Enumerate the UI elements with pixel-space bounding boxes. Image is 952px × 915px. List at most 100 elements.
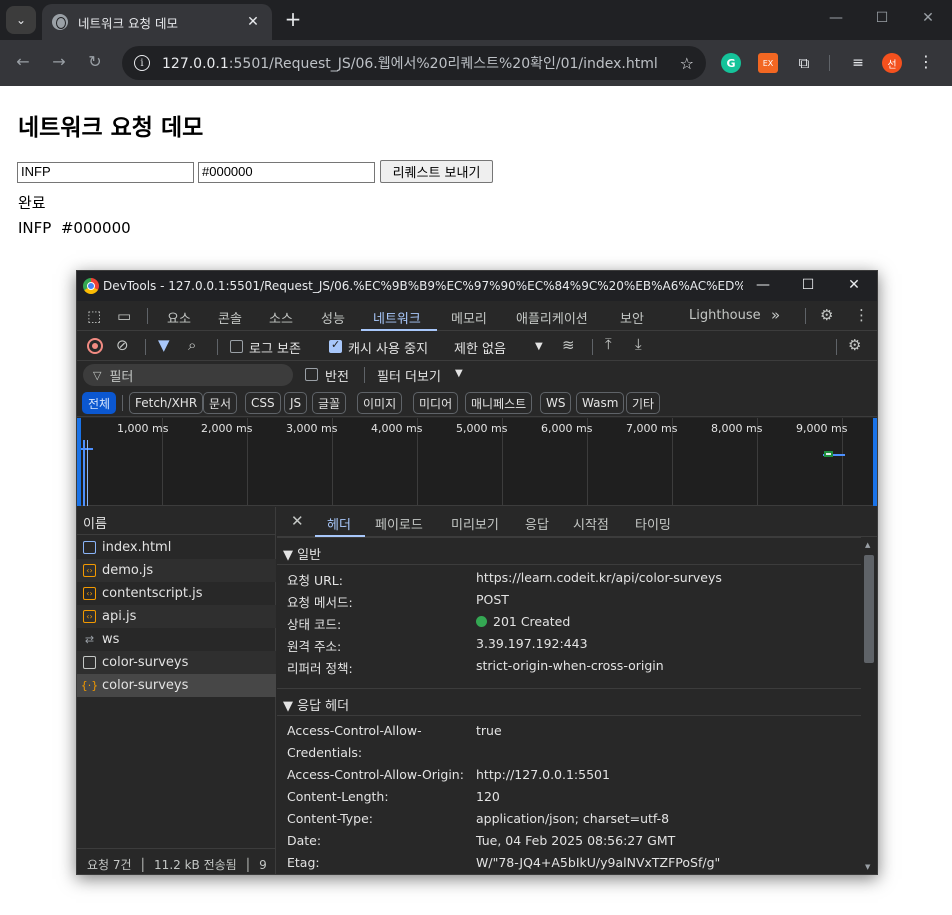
divider	[217, 339, 218, 355]
panel-tab-console[interactable]: 콘솔	[218, 308, 242, 327]
response-headers-section-header[interactable]: ▼ 응답 헤더	[277, 688, 861, 716]
request-bar	[824, 451, 833, 457]
type-chip-all[interactable]: 전체	[82, 392, 117, 414]
tab-initiator[interactable]: 시작점	[573, 514, 609, 533]
type-chip-css[interactable]: CSS	[245, 392, 281, 414]
panel-tab-elements[interactable]: 요소	[167, 308, 191, 327]
type-chip-other[interactable]: 기타	[626, 392, 661, 414]
tab-headers[interactable]: 헤더	[327, 514, 351, 533]
close-window-button[interactable]: ✕	[918, 10, 938, 26]
send-request-button[interactable]: 리퀘스트 보내기	[380, 160, 493, 183]
scrollbar-thumb[interactable]	[864, 555, 874, 663]
filter-funnel-icon: ▽	[93, 368, 102, 382]
filter-funnel-icon[interactable]: ▼	[158, 336, 170, 354]
throttling-select[interactable]: 제한 없음	[454, 338, 506, 357]
request-row[interactable]: ‹› contentscript.js	[77, 582, 276, 605]
search-icon[interactable]: ⌕	[188, 336, 196, 354]
name-column-header[interactable]: 이름	[77, 507, 276, 535]
tab-preview[interactable]: 미리보기	[451, 514, 499, 533]
more-filters-button[interactable]: 필터 더보기	[377, 366, 441, 385]
chevron-down-icon[interactable]: ▼	[455, 368, 463, 379]
request-row[interactable]: ⇄ ws	[77, 628, 276, 651]
disable-cache-checkbox[interactable]	[329, 338, 342, 353]
panel-tab-performance[interactable]: 성능	[321, 308, 345, 327]
record-icon[interactable]	[87, 338, 103, 354]
type-chip-img[interactable]: 이미지	[357, 392, 403, 414]
more-menu-icon[interactable]: ⋮	[918, 52, 934, 71]
media-control-icon[interactable]: ≡	[848, 53, 868, 73]
close-details-icon[interactable]: ✕	[291, 512, 304, 530]
profile-avatar[interactable]: 선	[882, 53, 902, 73]
overview-left-handle[interactable]	[77, 418, 81, 506]
close-icon[interactable]: ✕	[244, 14, 262, 30]
reload-icon[interactable]: ↻	[84, 52, 106, 71]
request-row[interactable]: index.html	[77, 536, 276, 559]
back-arrow-icon[interactable]: ←	[12, 52, 34, 71]
maximize-button[interactable]: ☐	[872, 10, 892, 26]
forward-arrow-icon[interactable]: →	[48, 52, 70, 71]
new-tab-button[interactable]: +	[282, 8, 304, 30]
customize-menu-icon[interactable]: ⋮	[854, 306, 869, 324]
type-chip-wasm[interactable]: Wasm	[576, 392, 625, 414]
request-row[interactable]: ‹› api.js	[77, 605, 276, 628]
settings-gear-icon[interactable]: ⚙	[820, 306, 833, 324]
preserve-log-checkbox[interactable]	[230, 340, 243, 353]
scroll-up-arrow-icon[interactable]: ▲	[865, 541, 870, 549]
panel-tab-network[interactable]: 네트워크	[373, 308, 421, 327]
type-chip-media[interactable]: 미디어	[413, 392, 459, 414]
clear-icon[interactable]: ⊘	[116, 336, 129, 354]
color-input[interactable]: #000000	[198, 162, 375, 183]
panel-tab-memory[interactable]: 메모리	[451, 308, 487, 327]
tab-search-button[interactable]: ⌄	[6, 6, 36, 34]
type-chip-js[interactable]: JS	[284, 392, 308, 414]
chevron-down-icon[interactable]: ▼	[535, 341, 543, 352]
import-har-icon[interactable]: ⤒	[605, 335, 612, 353]
type-chip-ws[interactable]: WS	[540, 392, 572, 414]
inspect-element-icon[interactable]: ⬚	[87, 307, 101, 325]
minimize-button[interactable]: —	[826, 10, 846, 26]
url-text[interactable]: 127.0.0.1:5501/Request_JS/06.웹에서%20리퀘스트%…	[162, 53, 680, 73]
script-icon: ‹›	[83, 564, 96, 577]
type-chip-manifest[interactable]: 매니페스트	[465, 392, 533, 414]
panel-tab-application[interactable]: 애플리케이션	[516, 308, 588, 327]
filter-placeholder: 필터	[109, 369, 134, 385]
device-toolbar-icon[interactable]: ▭	[117, 307, 131, 325]
network-overview-timeline[interactable]: 1,000 ms 2,000 ms 3,000 ms 4,000 ms 5,00…	[77, 418, 877, 506]
type-chip-doc[interactable]: 문서	[203, 392, 238, 414]
request-row[interactable]: ‹› demo.js	[77, 559, 276, 582]
filter-input[interactable]: ▽ 필터	[83, 364, 293, 386]
bookmark-star-icon[interactable]: ☆	[680, 54, 694, 73]
timeline-label: 3,000 ms	[286, 422, 338, 435]
request-row-selected[interactable]: {·} color-surveys	[77, 674, 276, 697]
devtools-minimize-button[interactable]: —	[753, 277, 773, 293]
request-row[interactable]: color-surveys	[77, 651, 276, 674]
browser-window: ⌄ 네트워크 요청 데모 ✕ + — ☐ ✕ ← → ↻ i 127.0.0.1…	[0, 0, 952, 915]
tab-timing[interactable]: 타이밍	[635, 514, 671, 533]
panel-tab-sources[interactable]: 소스	[269, 308, 293, 327]
network-settings-gear-icon[interactable]: ⚙	[848, 336, 861, 354]
details-scrollbar[interactable]: ▲ ▼	[861, 537, 877, 874]
grammarly-extension-icon[interactable]: G	[721, 53, 741, 73]
more-tabs-chevron-icon[interactable]: »	[771, 306, 780, 324]
panel-tab-security[interactable]: 보안	[620, 308, 644, 327]
mbti-input[interactable]: INFP	[17, 162, 194, 183]
tab-response[interactable]: 응답	[525, 514, 549, 533]
overview-right-handle[interactable]	[873, 418, 877, 506]
info-icon[interactable]: i	[134, 55, 150, 71]
export-har-icon[interactable]: ⤓	[635, 335, 642, 353]
network-conditions-icon[interactable]: ≋	[562, 336, 575, 354]
panel-tab-lighthouse[interactable]: Lighthouse	[689, 308, 761, 323]
general-section-header[interactable]: ▼ 일반	[277, 537, 861, 565]
ex-extension-icon[interactable]: EX	[758, 53, 778, 73]
tab-payload[interactable]: 페이로드	[375, 514, 423, 533]
invert-checkbox[interactable]	[305, 368, 318, 381]
devtools-maximize-button[interactable]: ☐	[798, 277, 818, 293]
browser-tab[interactable]: 네트워크 요청 데모 ✕	[42, 4, 272, 40]
type-chip-font[interactable]: 글꼴	[312, 392, 347, 414]
scroll-down-arrow-icon[interactable]: ▼	[865, 863, 870, 871]
address-bar[interactable]: i 127.0.0.1:5501/Request_JS/06.웹에서%20리퀘스…	[122, 46, 706, 80]
extensions-puzzle-icon[interactable]: ⧉	[794, 53, 814, 73]
devtools-titlebar: DevTools - 127.0.0.1:5501/Request_JS/06.…	[77, 271, 877, 301]
type-chip-fetch-xhr[interactable]: Fetch/XHR	[129, 392, 204, 414]
devtools-close-button[interactable]: ✕	[844, 277, 864, 293]
